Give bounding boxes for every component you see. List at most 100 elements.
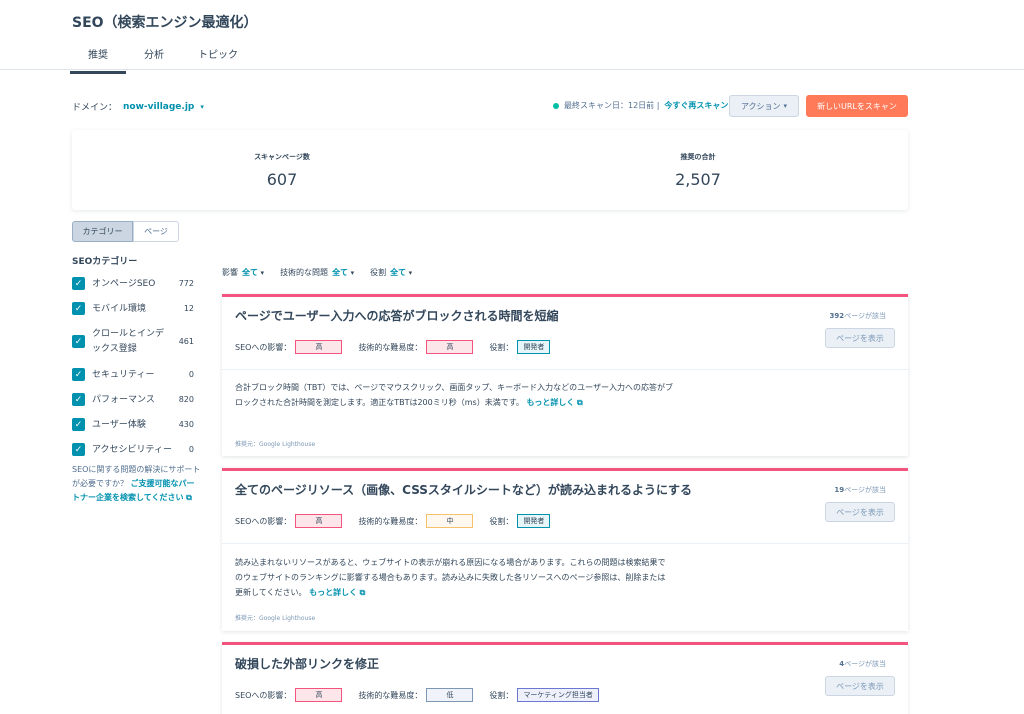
description-text: 読み込まれないリソースがあると、ウェブサイトの表示が崩れる原因になる場合がありま…	[235, 558, 666, 597]
page-title: SEO（検索エンジン最適化）	[72, 15, 258, 31]
domain-label: ドメイン：	[72, 103, 118, 113]
chevron-down-icon: ▾	[408, 269, 413, 277]
view-pages-button[interactable]: ページを表示	[825, 328, 895, 348]
view-pages-button[interactable]: ページを表示	[825, 676, 895, 696]
checkbox-checked-icon[interactable]: ✓	[72, 368, 85, 381]
filter-label: 技術的な問題	[280, 268, 329, 277]
chevron-down-icon[interactable]: ▾	[200, 103, 204, 111]
category-count: 820	[178, 395, 194, 404]
pages-suffix: ページが該当	[844, 312, 886, 320]
category-count: 461	[178, 337, 194, 346]
scan-status: 最終スキャン日：12日前 | 今すぐ再スキャン	[553, 100, 728, 111]
recommendation-description: 読み込まれないリソースがあると、ウェブサイトの表示が崩れる原因になる場合がありま…	[235, 555, 671, 600]
external-link-icon: ⧉	[186, 493, 192, 502]
stat-scanned-pages: スキャンページ数 607	[72, 152, 492, 189]
role-badge: 開発者	[517, 340, 551, 354]
filter-bar: 影響 全て ▾ 技術的な問題 全て ▾ 役割 全て ▾	[222, 267, 412, 278]
checkbox-checked-icon[interactable]: ✓	[72, 302, 85, 315]
category-item-crawl[interactable]: ✓ クロールとインデックス登録 461	[72, 327, 194, 357]
last-scan-text: 最終スキャン日：12日前 |	[564, 101, 660, 110]
role-label: 役割：	[489, 690, 514, 700]
category-label: モバイル環境	[92, 304, 147, 314]
filter-technical[interactable]: 技術的な問題 全て ▾	[280, 267, 354, 278]
difficulty-badge: 高	[426, 340, 474, 354]
category-count: 430	[178, 420, 194, 429]
filter-role[interactable]: 役割 全て ▾	[370, 267, 412, 278]
sidebar-title: SEOカテゴリー	[72, 257, 138, 267]
recommendation-meta: SEOへの影響： 高 技術的な難易度： 中 役割： 開発者	[235, 514, 566, 528]
checkbox-checked-icon[interactable]: ✓	[72, 418, 85, 431]
category-label: クロールとインデックス登録	[92, 329, 165, 354]
actions-button[interactable]: アクション ▾	[729, 95, 799, 117]
category-label: アクセシビリティー	[92, 445, 173, 455]
category-label: セキュリティー	[92, 370, 155, 380]
toggle-category[interactable]: カテゴリー	[72, 221, 133, 242]
checkbox-checked-icon[interactable]: ✓	[72, 393, 85, 406]
category-label: ユーザー体験	[92, 420, 146, 430]
recommendation-meta: SEOへの影響： 高 技術的な難易度： 低 役割： マーケティング担当者	[235, 688, 615, 702]
difficulty-badge: 中	[426, 514, 474, 528]
learn-more-link[interactable]: もっと詳しく	[309, 588, 357, 597]
scan-new-url-button[interactable]: 新しいURLをスキャン	[806, 95, 908, 117]
category-item-performance[interactable]: ✓ パフォーマンス 820	[72, 393, 194, 408]
recommendation-title: 破損した外部リンクを修正	[235, 657, 380, 671]
pages-suffix: ページが該当	[844, 486, 886, 494]
checkbox-checked-icon[interactable]: ✓	[72, 443, 85, 456]
recommendation-title: ページでユーザー入力への応答がブロックされる時間を短縮	[235, 309, 559, 323]
chevron-down-icon: ▾	[260, 269, 265, 277]
learn-more-link[interactable]: もっと詳しく	[526, 398, 574, 407]
filter-value[interactable]: 全て	[332, 268, 348, 277]
difficulty-label: 技術的な難易度：	[358, 690, 423, 700]
impact-badge: 高	[295, 514, 343, 528]
category-item-accessibility[interactable]: ✓ アクセシビリティー 0	[72, 443, 194, 458]
category-count: 0	[188, 370, 194, 379]
recommendation-card: 破損した外部リンクを修正 4ページが該当 ページを表示 SEOへの影響： 高 技…	[222, 642, 908, 714]
page-count: 19	[834, 486, 845, 494]
actions-label: アクション	[740, 101, 781, 111]
toggle-page[interactable]: ページ	[133, 221, 179, 242]
filter-label: 影響	[222, 268, 238, 277]
affected-pages: 19ページが該当	[834, 485, 886, 495]
impact-label: SEOへの影響：	[235, 516, 292, 526]
recommendation-card: 全てのページリソース（画像、CSSスタイルシートなど）が読み込まれるようにする …	[222, 468, 908, 631]
category-label: オンページSEO	[92, 279, 156, 289]
recommendation-card: ページでユーザー入力への応答がブロックされる時間を短縮 392ページが該当 ペー…	[222, 294, 908, 456]
impact-label: SEOへの影響：	[235, 342, 292, 352]
rescan-link[interactable]: 今すぐ再スキャン	[664, 100, 728, 111]
filter-value[interactable]: 全て	[390, 268, 406, 277]
difficulty-label: 技術的な難易度：	[358, 342, 423, 352]
category-item-security[interactable]: ✓ セキュリティー 0	[72, 368, 194, 383]
filter-value[interactable]: 全て	[242, 268, 258, 277]
checkbox-checked-icon[interactable]: ✓	[72, 277, 85, 290]
card-divider	[222, 543, 908, 544]
checkbox-checked-icon[interactable]: ✓	[72, 335, 85, 348]
partner-help-text: SEOに関する問題の解決にサポートが必要ですか？ ご支援可能なパートナー企業を検…	[72, 463, 202, 505]
stats-card: スキャンページ数 607 推奨の合計 2,507	[72, 130, 908, 210]
page-count: 392	[829, 312, 845, 320]
status-dot-icon	[553, 102, 559, 109]
impact-badge: 高	[295, 688, 343, 702]
domain-dropdown[interactable]: now-village.jp	[123, 102, 194, 112]
affected-pages: 4ページが該当	[839, 659, 886, 669]
view-toggle: カテゴリー ページ	[72, 221, 179, 242]
difficulty-badge: 低	[426, 688, 474, 702]
domain-selector: ドメイン： now-village.jp ▾	[72, 100, 204, 114]
stat-value: 607	[266, 170, 298, 189]
role-label: 役割：	[489, 516, 514, 526]
recommendation-source: 推奨元：Google Lighthouse	[235, 441, 316, 448]
difficulty-label: 技術的な難易度：	[358, 516, 423, 526]
stat-value: 2,507	[675, 170, 721, 189]
recommendation-meta: SEOへの影響： 高 技術的な難易度： 高 役割： 開発者	[235, 340, 566, 354]
view-pages-button[interactable]: ページを表示	[825, 502, 895, 522]
stat-label: 推奨の合計	[680, 153, 716, 161]
category-item-onpage[interactable]: ✓ オンページSEO 772	[72, 277, 194, 292]
filter-impact[interactable]: 影響 全て ▾	[222, 267, 264, 278]
affected-pages: 392ページが該当	[830, 311, 887, 321]
tabs-divider	[0, 69, 1024, 70]
category-item-mobile[interactable]: ✓ モバイル環境 12	[72, 302, 194, 317]
pages-suffix: ページが該当	[844, 660, 886, 668]
chevron-down-icon: ▾	[350, 269, 355, 277]
category-item-ux[interactable]: ✓ ユーザー体験 430	[72, 418, 194, 433]
impact-badge: 高	[295, 340, 343, 354]
card-divider	[222, 369, 908, 370]
